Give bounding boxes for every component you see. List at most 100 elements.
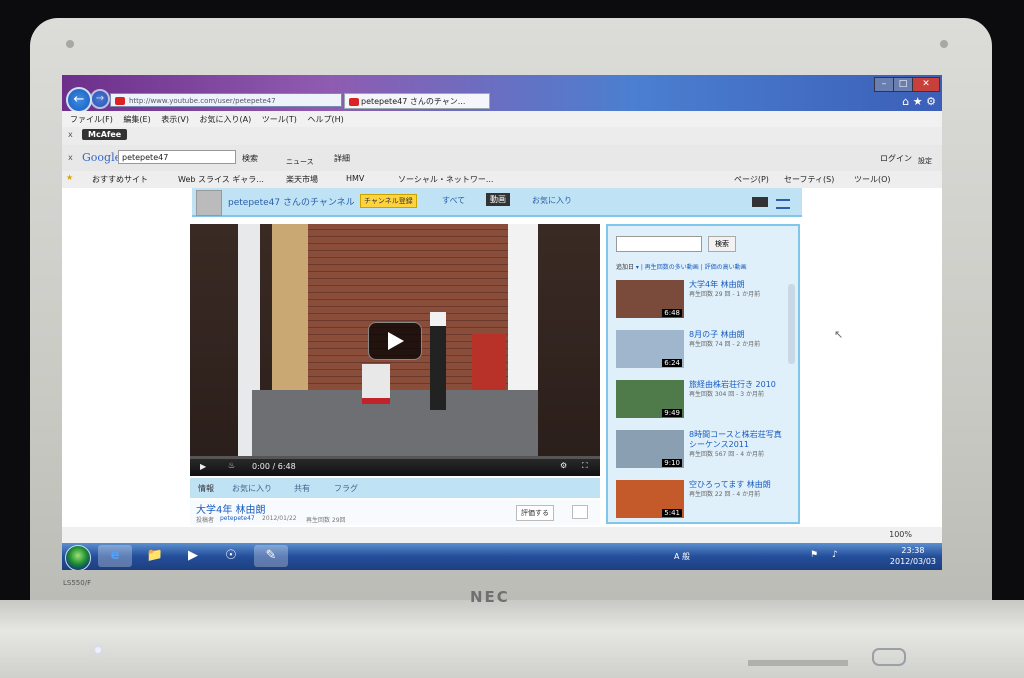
settings-button[interactable]: 設定	[918, 156, 932, 166]
menu-tools[interactable]: ツール(T)	[262, 114, 297, 125]
menu-favorites[interactable]: お気に入り(A)	[200, 114, 252, 125]
video-player[interactable]: ▶ ♨ 0:00 / 6:48 ⚙ ⛶	[190, 224, 600, 476]
list-view-icon[interactable]	[776, 199, 790, 209]
home-icon[interactable]: ⌂	[902, 95, 909, 108]
forward-button[interactable]: →	[90, 89, 110, 109]
fav-link[interactable]: Web スライス ギャラ...	[178, 174, 264, 185]
video-thumbnail[interactable]: 9:10	[616, 430, 684, 468]
channel-name[interactable]: petepete47 さんのチャンネル	[228, 195, 355, 208]
start-button[interactable]	[65, 545, 91, 570]
wood-panel	[272, 224, 308, 390]
sort-option[interactable]: 再生回数の多い動画	[645, 264, 699, 271]
power-led	[95, 647, 101, 653]
clock[interactable]: 23:38 2012/03/03	[890, 545, 936, 567]
command-safety[interactable]: セーフティ(S)	[784, 174, 834, 185]
gear-icon[interactable]: ⚙	[560, 461, 567, 470]
subscribe-button[interactable]: チャンネル登録	[360, 194, 417, 208]
sort-active[interactable]: 追加日	[616, 264, 634, 271]
play-small-icon[interactable]: ▶	[200, 462, 206, 471]
fullscreen-icon[interactable]: ⛶	[582, 461, 588, 471]
fav-link[interactable]: HMV	[346, 174, 364, 183]
volume-icon[interactable]: ♨	[228, 461, 235, 470]
grid-view-icon[interactable]	[752, 197, 768, 207]
browser-tab[interactable]: petepete47 さんのチャン...	[344, 93, 490, 109]
zoom-level[interactable]: 100%	[889, 530, 912, 539]
volume-tray-icon[interactable]: ♪	[832, 550, 838, 560]
video-title: 大学4年 林由朗	[196, 505, 266, 516]
rate-button[interactable]: 評価する	[516, 505, 554, 521]
video-thumbnail[interactable]: 6:24	[616, 330, 684, 368]
video-meta: 再生回数 22 回 - 4 か月前	[689, 491, 761, 498]
gear-icon[interactable]: ⚙	[926, 95, 936, 108]
video-frame[interactable]	[190, 224, 600, 456]
video-list-item[interactable]: 5:41 空ひろってます 林由朗 再生回数 22 回 - 4 か月前	[616, 480, 786, 524]
video-list-item[interactable]: 9:10 8時間コースと株岩荘写真シーケンス2011 再生回数 567 回 - 4 …	[616, 430, 786, 474]
video-title-link[interactable]: 大学4年 林由朗 再生回数 29 回 - 1 か月前	[689, 280, 789, 300]
menu-view[interactable]: 表示(V)	[161, 114, 189, 125]
video-duration: 6:24	[662, 359, 682, 367]
mcafee-button[interactable]: McAfee	[82, 129, 128, 140]
model-badge: LS550/F	[60, 578, 95, 588]
address-bar[interactable]: http://www.youtube.com/user/petepete47	[110, 93, 342, 107]
play-button[interactable]	[368, 322, 422, 360]
video-title-link[interactable]: 旅経由株岩荘行き 2010 再生回数 304 回 - 3 か月前	[689, 380, 789, 400]
uploader-link[interactable]: petepete47	[220, 515, 255, 522]
uploader-label: 投稿者	[196, 517, 215, 524]
paint-icon[interactable]: ✎	[254, 545, 288, 567]
tab-videos[interactable]: 動画	[486, 193, 510, 206]
login-link[interactable]: ログイン	[880, 153, 912, 164]
video-thumbnail[interactable]: 5:41	[616, 480, 684, 518]
app-icon[interactable]: ☉	[214, 545, 248, 567]
google-search-input[interactable]: petepete47	[118, 150, 236, 164]
internet-explorer-icon[interactable]: e	[98, 545, 132, 567]
video-thumbnail[interactable]: 9:49	[616, 380, 684, 418]
command-page[interactable]: ページ(P)	[734, 174, 769, 185]
tab-add-favorite[interactable]: お気に入り	[232, 483, 272, 494]
channel-search-input[interactable]	[616, 236, 702, 252]
close-button[interactable]: ✕	[912, 77, 940, 92]
dislike-button[interactable]	[572, 505, 588, 519]
google-news-button[interactable]: ニュース	[286, 157, 314, 167]
media-player-icon[interactable]: ▶	[176, 545, 210, 567]
video-title-link[interactable]: 8時間コースと株岩荘写真シーケンス2011 再生回数 567 回 - 4 か月前	[689, 430, 789, 460]
sort-option[interactable]: 評価の高い動画	[705, 264, 747, 271]
star-icon[interactable]: ★	[913, 95, 923, 108]
tab-info[interactable]: 情報	[198, 483, 214, 494]
tab-share[interactable]: 共有	[294, 483, 310, 494]
close-toolbar-icon[interactable]: x	[68, 153, 73, 162]
progress-track[interactable]	[190, 456, 600, 459]
video-title-link[interactable]: 空ひろってます 林由朗 再生回数 22 回 - 4 か月前	[689, 480, 789, 500]
minimize-button[interactable]: –	[874, 77, 894, 92]
video-thumbnail[interactable]: 6:48	[616, 280, 684, 318]
tab-favorites[interactable]: お気に入り	[532, 195, 572, 206]
video-title-link[interactable]: 8月の子 林由朗 再生回数 74 回 - 2 か月前	[689, 330, 789, 350]
fav-link[interactable]: おすすめサイト	[92, 174, 148, 185]
channel-search-button[interactable]: 検索	[708, 236, 736, 252]
sidebar-scrollbar[interactable]	[788, 284, 795, 364]
menu-help[interactable]: ヘルプ(H)	[307, 114, 343, 125]
maximize-button[interactable]: □	[893, 77, 913, 92]
video-list-item[interactable]: 6:48 大学4年 林由朗 再生回数 29 回 - 1 か月前	[616, 280, 786, 324]
tab-all[interactable]: すべて	[442, 195, 465, 206]
touchpad-button[interactable]	[872, 648, 906, 666]
ime-indicator[interactable]: A 般	[674, 551, 690, 562]
fav-link[interactable]: 楽天市場	[286, 174, 318, 185]
tray-flag-icon[interactable]: ⚑	[810, 550, 818, 560]
close-toolbar-icon[interactable]: x	[68, 130, 73, 139]
menu-file[interactable]: ファイル(F)	[70, 114, 113, 125]
fav-link[interactable]: ソーシャル・ネットワー...	[398, 174, 493, 185]
google-more-button[interactable]: 詳細	[334, 153, 350, 164]
command-tools[interactable]: ツール(O)	[854, 174, 891, 185]
avatar[interactable]	[196, 190, 222, 216]
folder-icon[interactable]: 📁	[138, 545, 172, 567]
menu-edit[interactable]: 編集(E)	[123, 114, 150, 125]
favorites-star-icon[interactable]: ★	[66, 173, 73, 182]
channel-bar: petepete47 さんのチャンネル チャンネル登録 すべて 動画 お気に入り	[192, 188, 802, 217]
video-list-item[interactable]: 9:49 旅経由株岩荘行き 2010 再生回数 304 回 - 3 か月前	[616, 380, 786, 424]
video-list-item[interactable]: 6:24 8月の子 林由朗 再生回数 74 回 - 2 か月前	[616, 330, 786, 374]
clock-date: 2012/03/03	[889, 557, 936, 566]
tab-flag[interactable]: フラグ	[334, 483, 358, 494]
youtube-favicon-icon	[115, 97, 125, 105]
google-search-button[interactable]: 検索	[242, 153, 258, 164]
back-button[interactable]: ←	[66, 87, 92, 113]
